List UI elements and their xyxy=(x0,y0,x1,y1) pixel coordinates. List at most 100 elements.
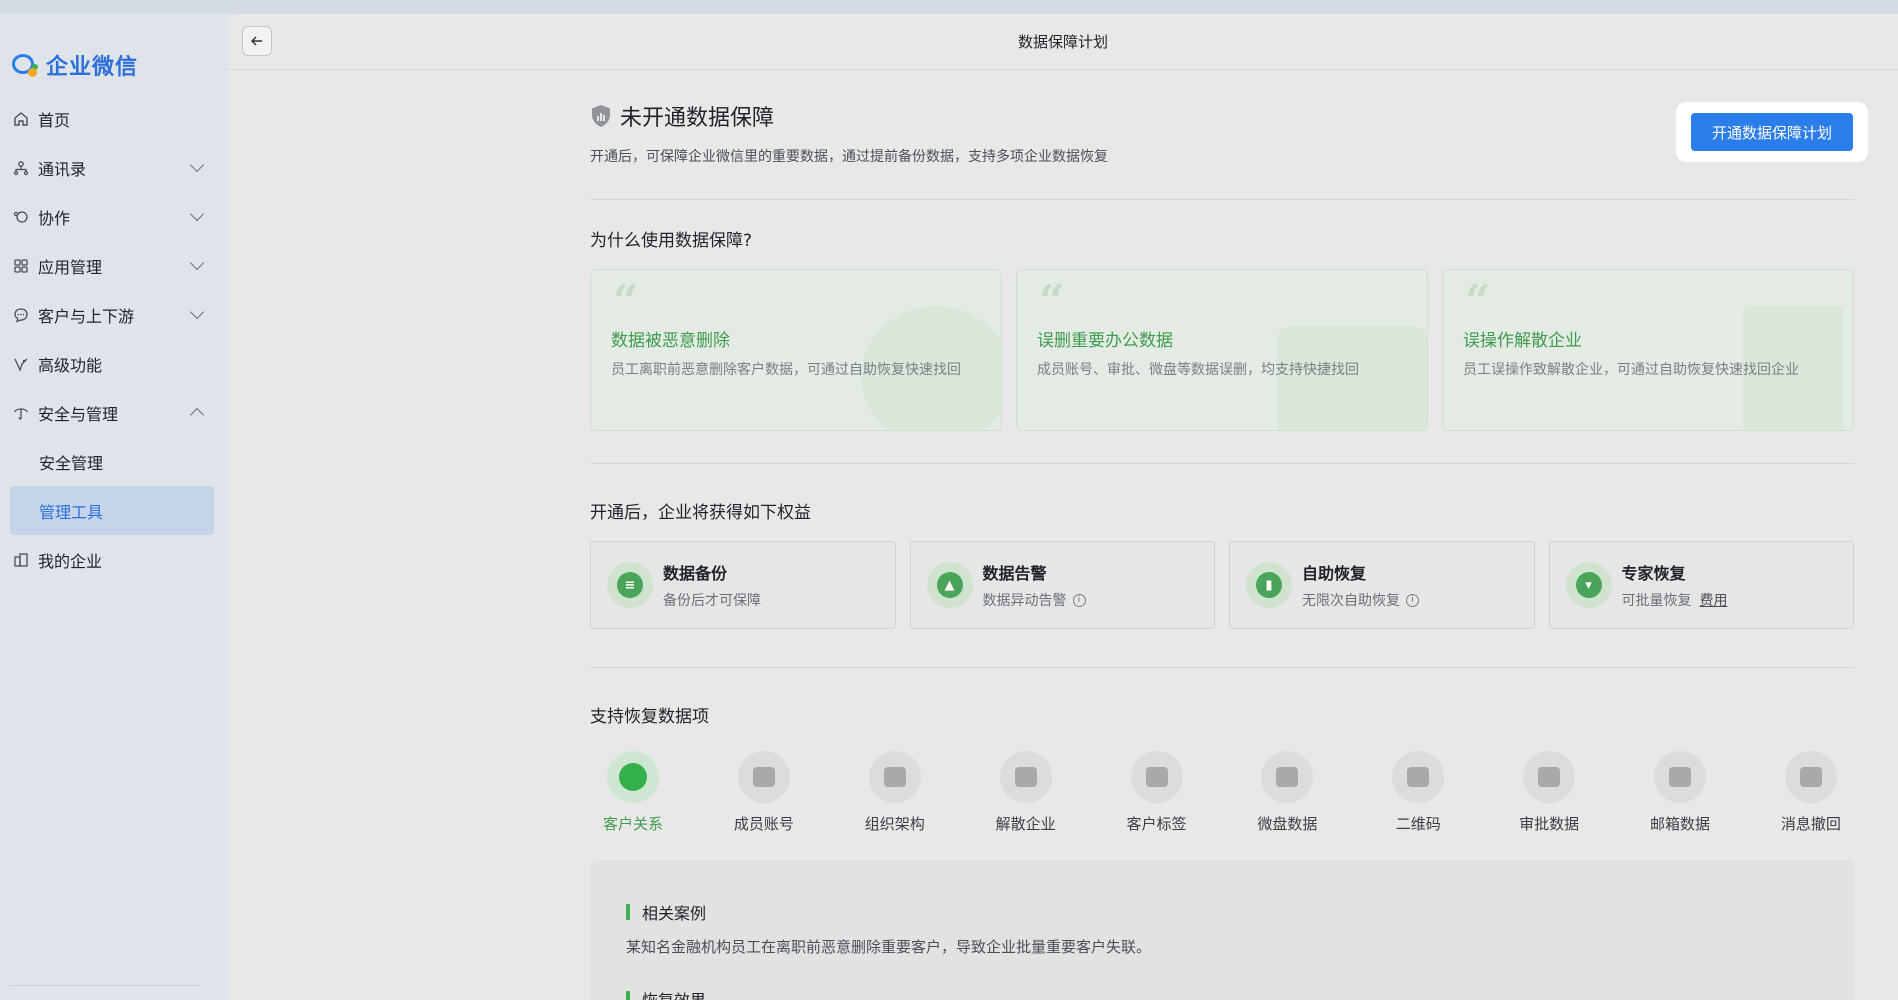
expert-tie-icon: ▾ xyxy=(1565,562,1612,608)
benefit-title: 数据告警 xyxy=(982,564,1047,583)
sidebar-item-advanced[interactable]: 高级功能 xyxy=(0,339,228,388)
recover-item-label: 二维码 xyxy=(1395,815,1441,833)
benefit-sub: 可批量恢复 xyxy=(1621,593,1692,609)
effect-heading: 恢复效果 xyxy=(626,987,1818,1000)
quote-icon: “ xyxy=(1465,276,1491,327)
recover-item-label: 客户标签 xyxy=(1126,815,1187,833)
advanced-icon xyxy=(12,355,30,373)
sidebar-item-home[interactable]: 首页 xyxy=(0,94,228,143)
recover-item-customer-relations[interactable]: 客户关系 xyxy=(598,751,668,834)
recover-item-label: 微盘数据 xyxy=(1257,815,1318,833)
benefit-title: 自助恢复 xyxy=(1302,564,1367,583)
home-icon xyxy=(12,110,30,128)
recover-title: 支持恢复数据项 xyxy=(590,707,709,727)
status-title: 未开通数据保障 xyxy=(620,106,775,131)
page-title: 数据保障计划 xyxy=(1017,33,1108,51)
contacts-icon xyxy=(12,159,30,177)
recover-items: 客户关系 成员账号 组织架构 解散企业 客户标签 微盘数据 二维码 审批数据 邮… xyxy=(590,751,1854,834)
recover-item-members[interactable]: 成员账号 xyxy=(729,751,799,834)
recover-item-label: 审批数据 xyxy=(1519,815,1580,833)
recover-item-label: 解散企业 xyxy=(995,815,1056,833)
why-cards: “ 数据被恶意删除 员工离职前恶意删除客户数据，可通过自助恢复快速找回 “ 误删… xyxy=(590,269,1854,431)
quote-icon: “ xyxy=(613,276,639,327)
tag-icon xyxy=(1130,751,1183,803)
benefit-sub: 无限次自助恢复 xyxy=(1302,593,1400,609)
recover-item-mail[interactable]: 邮箱数据 xyxy=(1645,751,1715,834)
sidebar-item-label: 我的企业 xyxy=(38,551,103,571)
content: 未开通数据保障 开通后，可保障企业微信里的重要数据，通过提前备份数据，支持多项企… xyxy=(590,70,1868,1000)
cta-highlight: 开通数据保障计划 xyxy=(1676,102,1868,162)
sidebar-item-contacts[interactable]: 通讯录 xyxy=(0,143,228,192)
why-card-title: 数据被恶意删除 xyxy=(611,331,730,351)
chat-icon xyxy=(12,306,30,324)
qrcode-icon xyxy=(1392,751,1445,803)
recover-item-dissolve[interactable]: 解散企业 xyxy=(991,751,1061,834)
recover-item-label: 消息撤回 xyxy=(1780,815,1841,833)
chevron-down-icon xyxy=(189,255,205,271)
app-logo[interactable]: 企业微信 xyxy=(0,38,228,92)
accent-bar xyxy=(626,904,630,920)
arrow-left-icon xyxy=(250,36,262,46)
members-icon xyxy=(737,751,790,803)
why-card-title: 误操作解散企业 xyxy=(1463,331,1582,351)
case-box: 相关案例 某知名金融机构员工在离职前恶意删除重要客户，导致企业批量重要客户失联。… xyxy=(590,860,1854,1000)
info-icon[interactable]: i xyxy=(1072,593,1086,607)
recover-section: 支持恢复数据项 客户关系 成员账号 组织架构 解散企业 客户标签 微盘数据 二维… xyxy=(590,668,1854,1000)
recover-item-qrcode[interactable]: 二维码 xyxy=(1383,751,1453,834)
page-header: 数据保障计划 xyxy=(228,14,1898,70)
chevron-up-icon xyxy=(189,407,205,422)
why-card-desc: 员工离职前恶意删除客户数据，可通过自助恢复快速找回 xyxy=(611,362,961,378)
fee-link[interactable]: 费用 xyxy=(1700,590,1728,610)
status-section: 未开通数据保障 开通后，可保障企业微信里的重要数据，通过提前备份数据，支持多项企… xyxy=(590,70,1868,200)
sidebar-item-my-company[interactable]: 我的企业 xyxy=(0,535,228,584)
company-icon xyxy=(12,551,30,569)
sidebar-divider xyxy=(10,985,200,986)
sidebar-item-security[interactable]: 安全与管理 xyxy=(0,388,228,437)
effect-title: 恢复效果 xyxy=(642,987,706,1000)
benefit-sub: 备份后才可保障 xyxy=(663,593,761,609)
case-title: 相关案例 xyxy=(642,904,707,923)
sidebar-item-label: 协作 xyxy=(38,208,71,228)
benefit-card: ▾ 专家恢复 可批量恢复 费用 xyxy=(1548,541,1854,629)
recover-item-tags[interactable]: 客户标签 xyxy=(1122,751,1192,834)
enable-data-protection-button[interactable]: 开通数据保障计划 xyxy=(1691,113,1853,151)
why-section: 为什么使用数据保障? “ 数据被恶意删除 员工离职前恶意删除客户数据，可通过自助… xyxy=(590,200,1854,464)
sidebar-item-label: 安全与管理 xyxy=(38,404,119,424)
benefit-card: ▮ 自助恢复 无限次自助恢复 i xyxy=(1229,541,1535,629)
sidebar-item-label: 通讯录 xyxy=(38,159,87,179)
recall-icon xyxy=(1784,751,1837,803)
sidebar-subitem-admin-tools[interactable]: 管理工具 xyxy=(10,486,214,535)
sidebar-item-apps[interactable]: 应用管理 xyxy=(0,241,228,290)
collab-icon xyxy=(12,208,30,226)
layers-icon: ≡ xyxy=(607,562,653,608)
stamp-icon xyxy=(1523,751,1576,803)
benefit-title: 数据备份 xyxy=(663,564,728,583)
sidebar-item-customers[interactable]: 客户与上下游 xyxy=(0,290,228,339)
security-icon xyxy=(12,404,30,422)
sidebar-subitem-security-manage[interactable]: 安全管理 xyxy=(0,437,228,486)
recover-item-label: 客户关系 xyxy=(602,815,663,833)
benefit-sub: 数据异动告警 xyxy=(982,593,1067,609)
recover-item-label: 组织架构 xyxy=(864,815,925,833)
sidebar-item-label: 高级功能 xyxy=(38,355,103,375)
app-name: 企业微信 xyxy=(46,55,139,80)
case-text: 某知名金融机构员工在离职前恶意删除重要客户，导致企业批量重要客户失联。 xyxy=(626,938,1152,956)
recover-item-recall[interactable]: 消息撤回 xyxy=(1776,751,1846,834)
why-title: 为什么使用数据保障? xyxy=(590,231,753,251)
sidebar: 企业微信 首页 通讯录 协作 应用管理 客户与上下游 高级功能 安全与管理 安全… xyxy=(0,14,228,1000)
benefits-section: 开通后，企业将获得如下权益 ≡ 数据备份 备份后才可保障 ▲ 数据告警 数据异动… xyxy=(590,464,1854,668)
info-icon[interactable]: i xyxy=(1406,593,1419,607)
window-top-strip xyxy=(0,0,1898,14)
recover-item-approval[interactable]: 审批数据 xyxy=(1514,751,1584,834)
recover-item-org[interactable]: 组织架构 xyxy=(860,751,930,834)
sidebar-item-collab[interactable]: 协作 xyxy=(0,192,228,241)
chevron-down-icon xyxy=(189,304,205,320)
why-card-title: 误删重要办公数据 xyxy=(1037,331,1173,351)
recover-item-drive[interactable]: 微盘数据 xyxy=(1252,751,1322,834)
org-chart-icon xyxy=(868,751,921,803)
main-panel: 数据保障计划 未开通数据保障 开通后，可保障企业微信里的重要数据，通过提前备份数… xyxy=(228,14,1898,1000)
shield-icon xyxy=(592,105,610,127)
wechat-chat-icon xyxy=(607,751,659,803)
recover-item-label: 成员账号 xyxy=(733,815,794,833)
back-button[interactable] xyxy=(242,26,272,56)
